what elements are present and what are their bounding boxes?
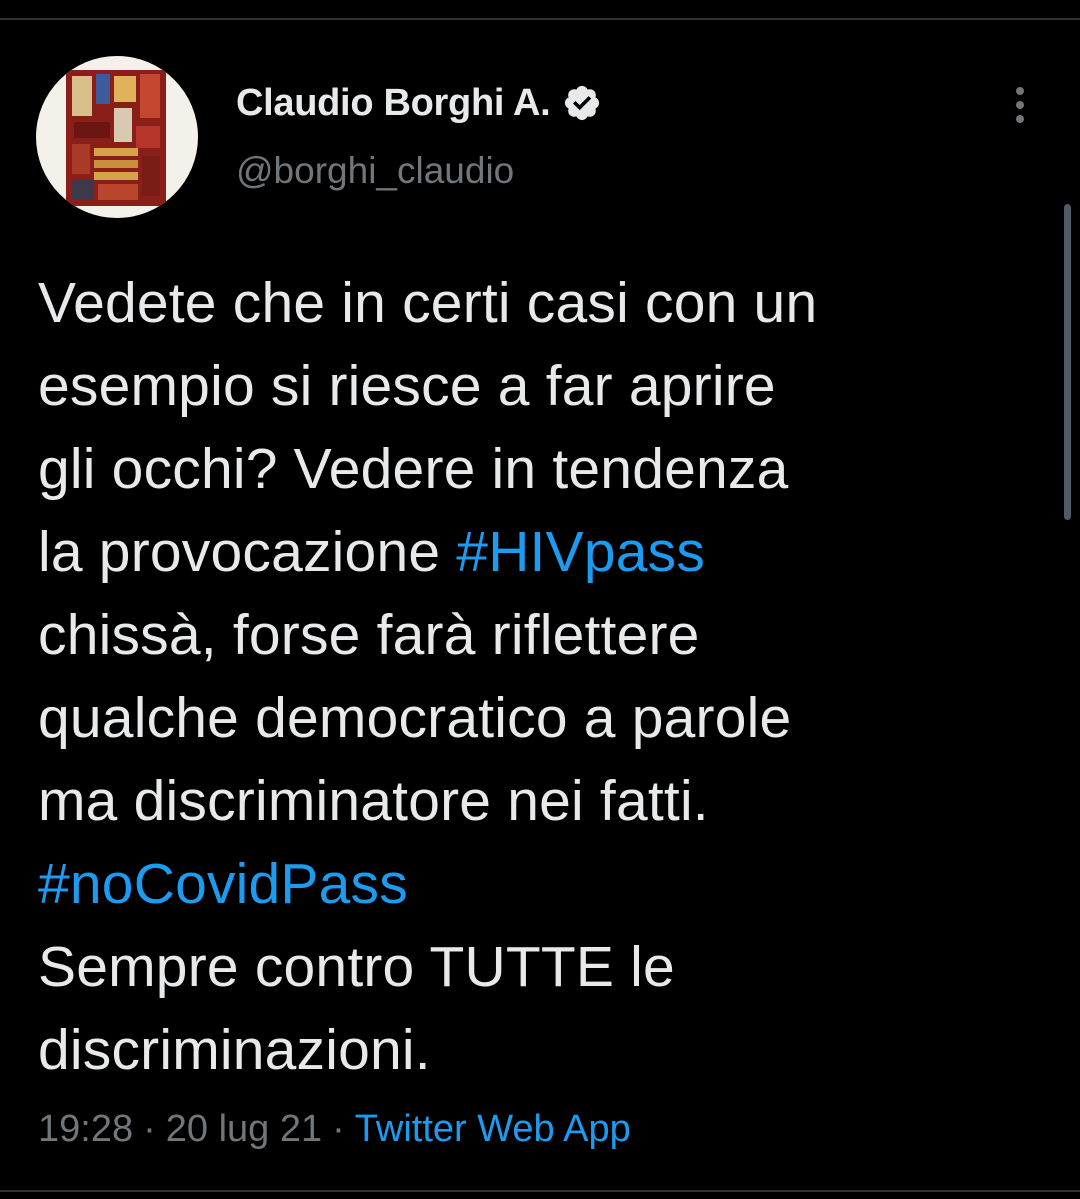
- tweet-text-segment: Sempre contro TUTTE le: [38, 935, 675, 999]
- bottom-divider: [0, 1190, 1080, 1192]
- top-divider: [0, 18, 1080, 20]
- more-options-button[interactable]: [1000, 80, 1040, 130]
- meta-separator: ·: [332, 1108, 345, 1150]
- avatar[interactable]: [36, 56, 198, 218]
- tweet-text-segment: esempio si riesce a far aprire: [38, 354, 776, 418]
- verified-badge-icon: [562, 83, 602, 123]
- tweet-line: esempio si riesce a far aprire: [38, 345, 1038, 428]
- author-name-row: Claudio Borghi A.: [236, 78, 602, 128]
- tweet-line: la provocazione #HIVpass: [38, 511, 1038, 594]
- author-name[interactable]: Claudio Borghi A.: [236, 82, 551, 125]
- tweet-line: Vedete che in certi casi con un: [38, 262, 1038, 345]
- tweet-line: #noCovidPass: [38, 843, 1038, 926]
- meta-separator: ·: [143, 1108, 156, 1150]
- tweet-line: chissà, forse farà riflettere: [38, 594, 1038, 677]
- tweet-text-segment: la provocazione: [38, 520, 457, 584]
- avatar-artwork: [66, 70, 166, 206]
- author-block: Claudio Borghi A. @borghi_claudio: [236, 78, 602, 192]
- tweet-text: Vedete che in certi casi con un esempio s…: [38, 262, 1038, 1092]
- scrollbar[interactable]: [1064, 204, 1071, 520]
- tweet-line: qualche democratico a parole: [38, 677, 1038, 760]
- tweet-source-link[interactable]: Twitter Web App: [355, 1108, 631, 1150]
- hashtag-link[interactable]: #noCovidPass: [38, 852, 408, 916]
- tweet-text-segment: ma discriminatore nei fatti.: [38, 769, 709, 833]
- tweet-line: ma discriminatore nei fatti.: [38, 760, 1038, 843]
- tweet-text-segment: qualche democratico a parole: [38, 686, 792, 750]
- tweet-date[interactable]: 20 lug 21: [166, 1108, 322, 1150]
- tweet-text-segment: discriminazioni.: [38, 1018, 431, 1082]
- author-handle[interactable]: @borghi_claudio: [236, 150, 602, 192]
- tweet-line: Sempre contro TUTTE le: [38, 926, 1038, 1009]
- more-vertical-icon: [1016, 87, 1024, 123]
- hashtag-link[interactable]: #HIVpass: [456, 520, 705, 584]
- tweet-text-segment: gli occhi? Vedere in tendenza: [38, 437, 789, 501]
- tweet-meta: 19:28 · 20 lug 21 · Twitter Web App: [38, 1108, 631, 1151]
- tweet-time[interactable]: 19:28: [38, 1108, 133, 1150]
- tweet-line: discriminazioni.: [38, 1009, 1038, 1092]
- tweet-text-segment: chissà, forse farà riflettere: [38, 603, 700, 667]
- tweet-text-segment: Vedete che in certi casi con un: [38, 271, 818, 335]
- tweet-line: gli occhi? Vedere in tendenza: [38, 428, 1038, 511]
